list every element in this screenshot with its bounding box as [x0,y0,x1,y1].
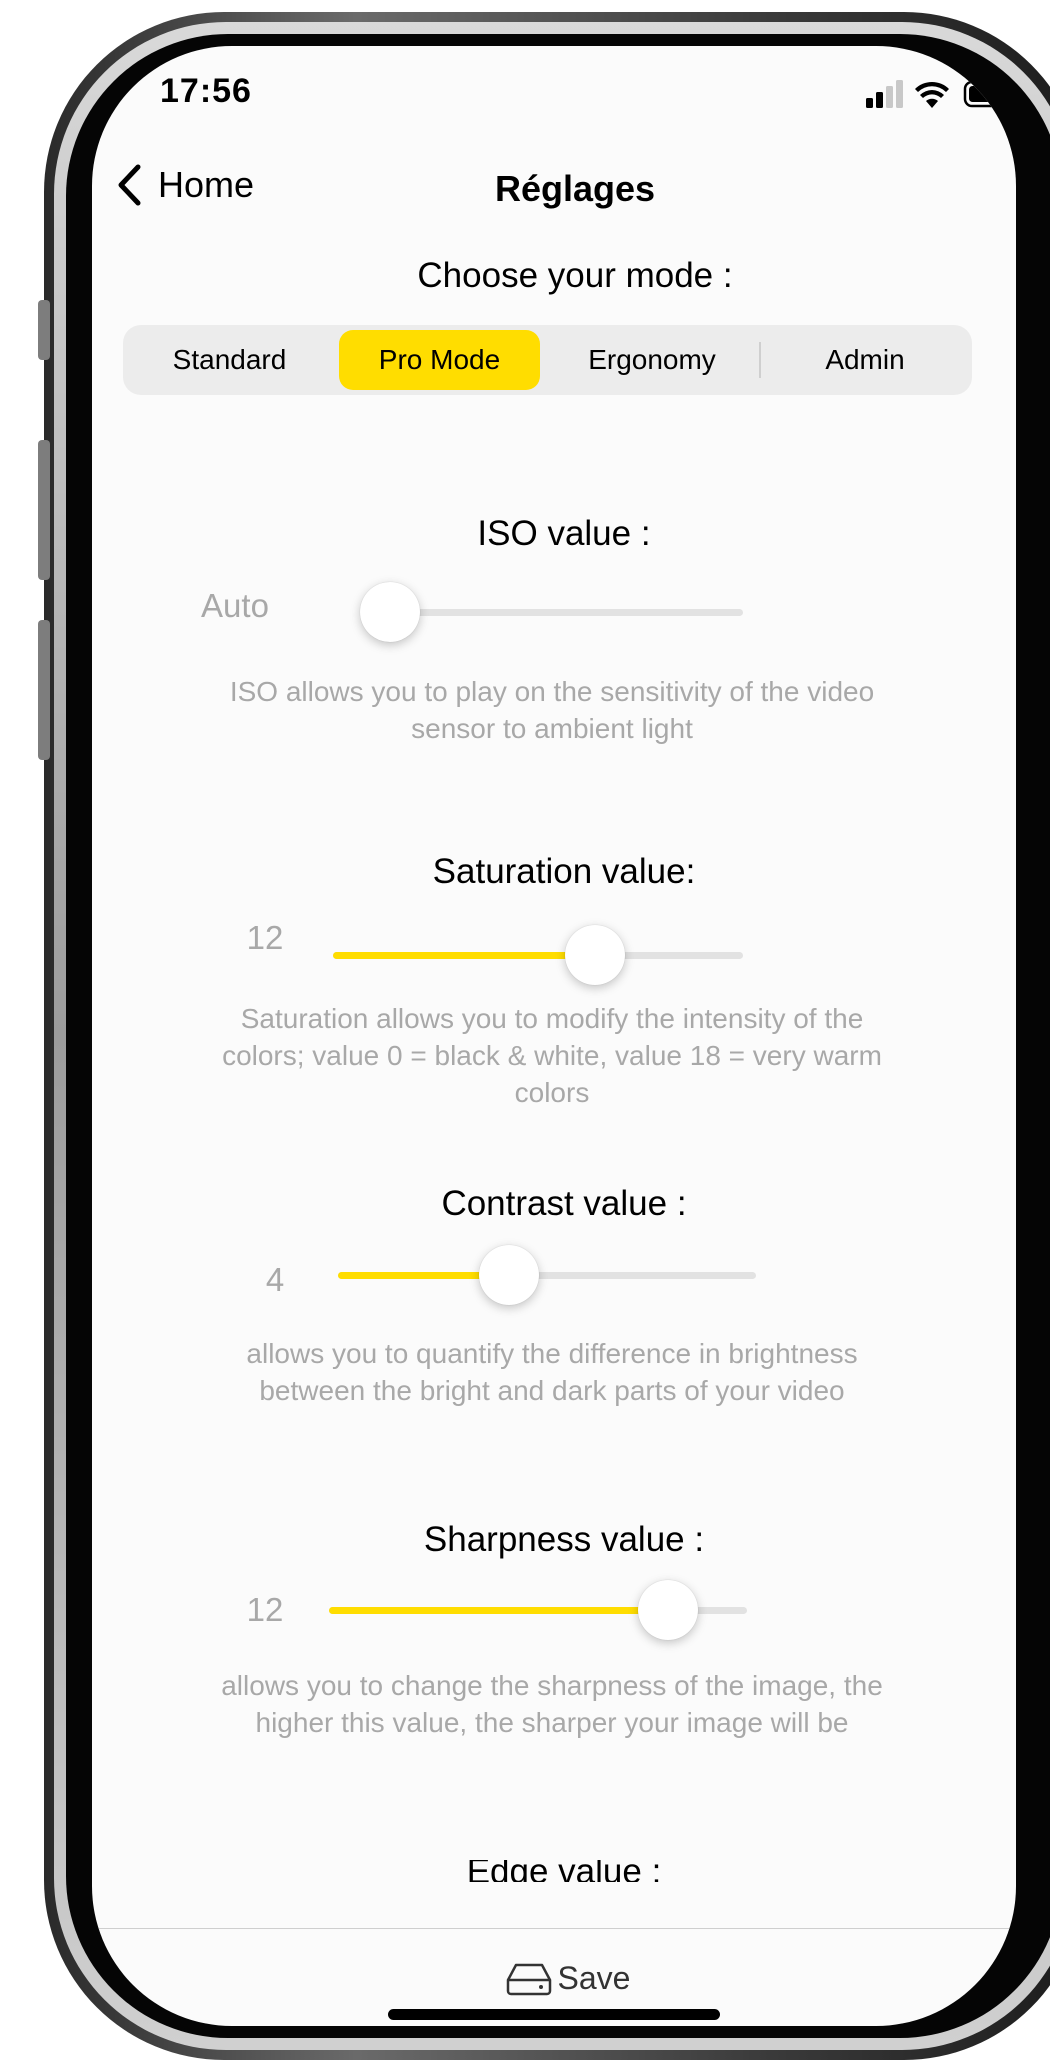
saturation-value: 12 [246,919,284,956]
page-title: Réglages [494,168,656,209]
iso-title: ISO value : [477,514,651,553]
segment-divider [759,342,761,378]
wifi-icon [915,81,949,108]
iso-slider-thumb[interactable] [360,582,420,642]
iso-description: ISO allows you to play on the sensitivit… [229,676,875,744]
status-icons [866,76,1016,112]
status-time: 17:56 [160,72,252,110]
contrast-value: 4 [265,1261,285,1298]
sharpness-value: 12 [246,1591,284,1628]
iso-slider[interactable] [360,582,743,642]
sharpness-title: Sharpness value : [423,1520,705,1559]
saturation-slider-thumb[interactable] [565,925,626,985]
bottom-divider [92,1928,1016,1929]
drive-icon [506,1963,551,1995]
edge-title-text: Edge value : [466,1860,662,1882]
save-button[interactable]: Save [92,1960,1016,1997]
sharpness-slider-thumb[interactable] [637,1580,698,1640]
mode-title: Choose your mode : [417,256,733,295]
contrast-title: Contrast value : [441,1184,687,1223]
save-label: Save [557,1960,631,1996]
saturation-slider[interactable] [333,925,743,985]
contrast-slider-thumb[interactable] [479,1245,540,1305]
volume-up-button [38,440,50,580]
battery-icon [963,80,1016,108]
sharpness-description: allows you to change the sharpness of th… [221,1670,883,1738]
contrast-description: allows you to quantify the difference in… [246,1338,858,1406]
app-screen: 17:56 Home Réglages Choose your mode: S… [92,46,1016,2026]
silent-switch [38,300,50,360]
saturation-description: Saturation allows you to modify the inte… [222,1003,882,1108]
iso-value: Auto [201,587,269,624]
volume-down-button [38,620,50,760]
contrast-slider[interactable] [338,1245,756,1305]
mode-option-standard[interactable]: Standard [128,330,331,390]
sharpness-slider-fill [329,1607,668,1614]
sharpness-slider[interactable] [329,1580,747,1640]
signal-icon [866,80,903,108]
mode-segmented-control: Standard Pro Mode Ergonomy Admin [123,325,972,395]
edge-title: Edge value : [92,1860,1016,1882]
mode-option-pro[interactable]: Pro Mode [339,330,540,390]
mode-option-admin[interactable]: Admin [763,330,967,390]
mode-option-ergonomy[interactable]: Ergonomy [548,330,756,390]
saturation-title: Saturation value: [432,852,696,891]
home-indicator [388,2009,720,2020]
saturation-slider-fill [333,952,596,959]
